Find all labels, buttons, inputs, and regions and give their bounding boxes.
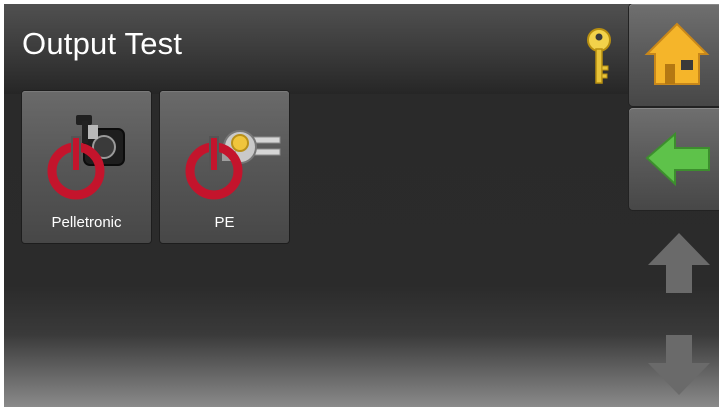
home-button[interactable] bbox=[629, 4, 719, 106]
down-arrow-icon[interactable] bbox=[644, 329, 714, 407]
key-icon bbox=[587, 28, 611, 84]
screen: Output Test Pelletronic PE bbox=[4, 4, 719, 407]
home-icon bbox=[644, 22, 710, 85]
back-arrow-icon bbox=[645, 131, 710, 187]
tile-pe[interactable]: PE bbox=[160, 91, 289, 243]
tile-label: Pelletronic bbox=[51, 214, 122, 231]
back-button[interactable] bbox=[629, 108, 719, 210]
valve-power-icon bbox=[185, 130, 281, 200]
header-bar: Output Test bbox=[4, 4, 629, 94]
up-arrow-icon[interactable] bbox=[644, 229, 714, 309]
pump-power-icon bbox=[47, 115, 125, 200]
tile-pelletronic[interactable]: Pelletronic bbox=[22, 91, 151, 243]
page-title: Output Test bbox=[22, 26, 183, 61]
tile-label: PE bbox=[214, 214, 235, 231]
